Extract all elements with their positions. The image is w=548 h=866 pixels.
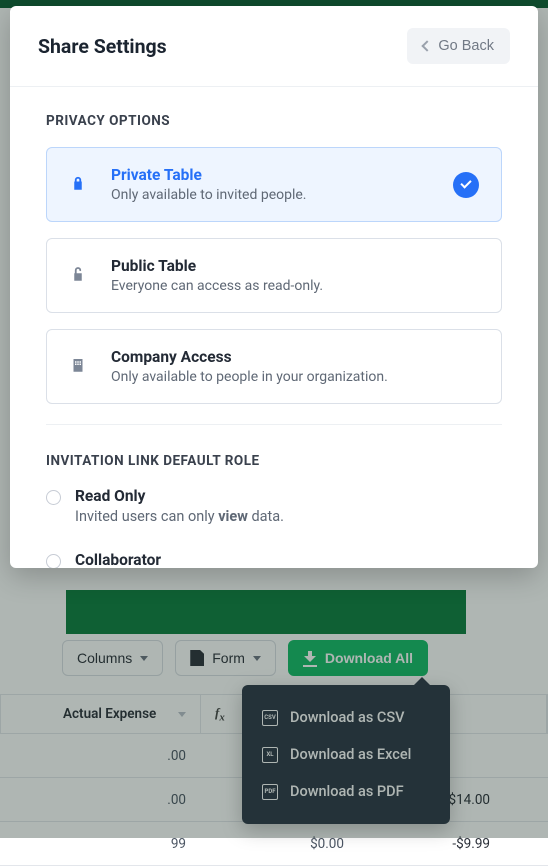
option-desc: Only available to people in your organiz… <box>111 369 479 385</box>
file-icon <box>190 650 204 666</box>
column-header-actual-expense[interactable]: Actual Expense <box>1 695 201 733</box>
role-title: Read Only <box>75 487 284 505</box>
chevron-down-icon <box>253 656 261 661</box>
share-settings-modal: Share Settings Go Back PRIVACY OPTIONS P… <box>10 6 538 568</box>
role-desc: Invited users can only view data. <box>75 508 284 525</box>
role-title: Collaborator <box>75 551 383 568</box>
radio-icon <box>46 554 61 568</box>
privacy-option-company[interactable]: Company Access Only available to people … <box>46 329 502 404</box>
radio-icon <box>46 490 61 505</box>
excel-icon: XL <box>262 747 278 763</box>
form-label: Form <box>212 650 245 666</box>
privacy-option-private[interactable]: Private Table Only available to invited … <box>46 147 502 222</box>
divider <box>46 424 502 425</box>
option-title: Company Access <box>111 348 479 366</box>
columns-label: Columns <box>77 650 132 666</box>
go-back-button[interactable]: Go Back <box>407 28 510 64</box>
role-heading: INVITATION LINK DEFAULT ROLE <box>46 453 502 469</box>
privacy-options-heading: PRIVACY OPTIONS <box>46 113 502 129</box>
columns-button[interactable]: Columns <box>62 640 163 676</box>
building-icon <box>69 356 89 378</box>
toolbar: Columns Form Download All <box>62 640 428 676</box>
modal-title: Share Settings <box>38 35 167 58</box>
csv-icon: CSV <box>262 710 278 726</box>
fx-icon: fx <box>215 705 225 724</box>
option-title: Private Table <box>111 166 431 184</box>
role-readonly[interactable]: Read Only Invited users can only view da… <box>46 487 502 525</box>
selected-check-icon <box>453 172 479 198</box>
chevron-left-icon <box>422 40 433 51</box>
download-menu: CSV Download as CSV XL Download as Excel… <box>242 685 450 824</box>
download-all-label: Download All <box>325 650 413 666</box>
privacy-option-public[interactable]: Public Table Everyone can access as read… <box>46 238 502 313</box>
sort-icon <box>178 712 186 717</box>
download-icon <box>303 651 317 665</box>
lock-icon <box>69 174 89 196</box>
form-button[interactable]: Form <box>175 640 276 676</box>
table-green-header <box>66 590 466 634</box>
download-excel-item[interactable]: XL Download as Excel <box>242 736 450 773</box>
download-csv-item[interactable]: CSV Download as CSV <box>242 699 450 736</box>
role-collaborator[interactable]: Collaborator Invited users can view & ed… <box>46 551 502 568</box>
chevron-down-icon <box>140 656 148 661</box>
download-pdf-item[interactable]: PDF Download as PDF <box>242 773 450 810</box>
option-desc: Only available to invited people. <box>111 187 431 203</box>
download-all-button[interactable]: Download All <box>288 640 428 676</box>
unlock-icon <box>69 265 89 287</box>
modal-body: PRIVACY OPTIONS Private Table Only avail… <box>10 86 538 568</box>
table-row[interactable]: 99 $0.00 -$9.99 <box>0 822 548 866</box>
option-desc: Everyone can access as read-only. <box>111 278 479 294</box>
option-title: Public Table <box>111 257 479 275</box>
pdf-icon: PDF <box>262 784 278 800</box>
